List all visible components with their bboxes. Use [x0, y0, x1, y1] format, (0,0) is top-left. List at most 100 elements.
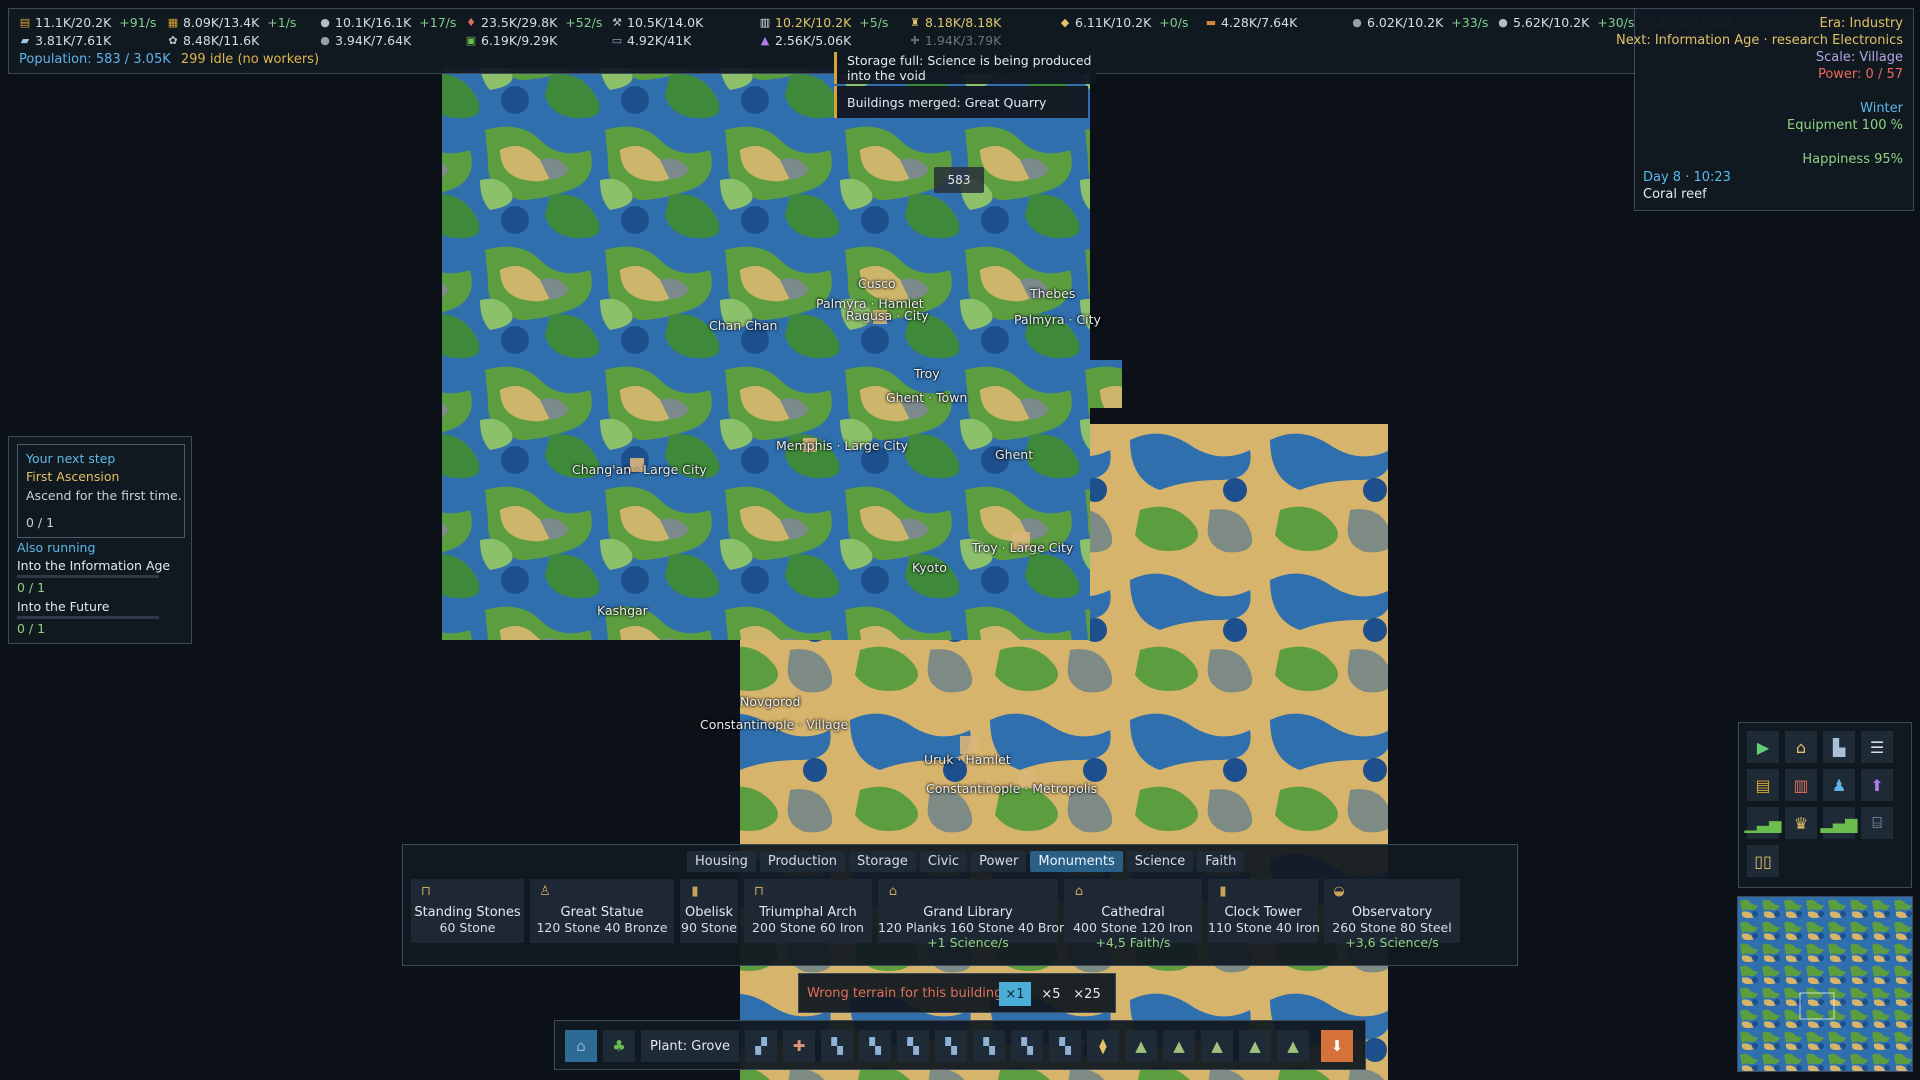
minimap[interactable] [1737, 896, 1913, 1072]
resource-ore[interactable]: ◆ 6.11K/10.2K +0/s [1059, 15, 1189, 30]
tab-storage[interactable]: Storage [849, 851, 916, 872]
city-label[interactable]: Kashgar [597, 603, 648, 618]
tab-civic[interactable]: Civic [919, 851, 968, 872]
tile-tool-2-icon[interactable]: ▚ [859, 1030, 891, 1062]
building-card-grand-library[interactable]: ⌂ Grand Library 120 Planks 160 Stone 40 Br… [878, 879, 1081, 950]
bank-icon[interactable]: ⌸ [1861, 807, 1893, 839]
faith-tool-icon[interactable]: ⧫ [1087, 1030, 1119, 1062]
tab-housing[interactable]: Housing [687, 851, 756, 872]
resource-food[interactable]: ♦ 23.5K/29.8K +52/s [465, 15, 602, 30]
resource-tools[interactable]: ⚒ 10.5K/14.0K [611, 15, 703, 30]
city-label[interactable]: Uruk · Hamlet [924, 752, 1011, 767]
building-name: Observatory [1351, 905, 1433, 920]
chart-icon[interactable]: ▁▃▅ [1745, 807, 1781, 839]
resource-bronze[interactable]: ▬ 4.28K/7.64K [1205, 15, 1297, 30]
house-tool-icon[interactable]: ⌂ [565, 1030, 597, 1062]
quest-future[interactable]: Into the Future [17, 599, 109, 614]
resource-iron[interactable]: ● 5.62K/10.2K +30/s [1497, 15, 1634, 30]
city-label[interactable]: Troy · Large City [972, 540, 1073, 555]
home-icon[interactable]: ⌂ [1785, 731, 1817, 763]
city-label[interactable]: Ghent · Town [886, 390, 967, 405]
city-label[interactable]: Cusco [858, 276, 896, 291]
scale-label: Scale: Village [1815, 50, 1903, 65]
building-card-clock-tower[interactable]: ▮ Clock Tower 110 Stone 40 Iron [1208, 879, 1320, 943]
quest-information-age[interactable]: Into the Information Age [17, 558, 170, 573]
building-card-observatory[interactable]: ◒ Observatory 260 Stone 80 Steel +3,6 Scien… [1324, 879, 1460, 950]
resource-coal[interactable]: ● 6.02K/10.2K +33/s [1351, 15, 1488, 30]
encyclopedia-icon[interactable]: ▯▯ [1747, 845, 1779, 877]
flask-tool-2-icon[interactable]: ▲ [1163, 1030, 1195, 1062]
city-stats-icon[interactable]: ▙ [1823, 731, 1855, 763]
multiplier-x1-button[interactable]: ×1 [999, 982, 1031, 1006]
grand-library-icon: ⌂ [888, 884, 898, 899]
tree-tool-icon[interactable]: ♣ [603, 1030, 635, 1062]
resource-wood[interactable]: ▤ 11.1K/20.2K +91/s [19, 15, 157, 30]
building-name: Grand Library [923, 905, 1013, 920]
multiplier-x25-button[interactable]: ×25 [1071, 982, 1103, 1006]
tab-power[interactable]: Power [971, 851, 1027, 872]
growth-chart-icon[interactable]: ▂▄▆ [1821, 807, 1857, 839]
resource-chip[interactable]: ✚ 1.94K/3.79K [909, 33, 1001, 48]
crossroad-tool-icon[interactable]: ✚ [783, 1030, 815, 1062]
tab-production[interactable]: Production [759, 851, 846, 872]
tile-tool-6-icon[interactable]: ▚ [1011, 1030, 1043, 1062]
tab-faith[interactable]: Faith [1197, 851, 1245, 872]
flask-tool-4-icon[interactable]: ▲ [1239, 1030, 1271, 1062]
city-label[interactable]: Palmyra · City [1014, 312, 1101, 327]
building-card-great-statue[interactable]: ♙ Great Statue 120 Stone 40 Bronze [530, 879, 674, 943]
building-card-obelisk[interactable]: ▮ Obelisk 90 Stone [680, 879, 738, 943]
flask-tool-1-icon[interactable]: ▲ [1125, 1030, 1157, 1062]
storage-icon[interactable]: ▤ [1747, 769, 1779, 801]
city-label[interactable]: Troy [914, 366, 940, 381]
city-label[interactable]: Ghent [995, 447, 1033, 462]
resource-gear[interactable]: ✿ 8.48K/11.6K [167, 33, 259, 48]
resource-computer[interactable]: ▭ 4.92K/41K [611, 33, 692, 48]
tile-tool-7-icon[interactable]: ▚ [1049, 1030, 1081, 1062]
document-icon[interactable]: ☰ [1861, 731, 1893, 763]
tile-tool-3-icon[interactable]: ▚ [897, 1030, 929, 1062]
tile-tool-1-icon[interactable]: ▚ [821, 1030, 853, 1062]
flask-tool-3-icon[interactable]: ▲ [1201, 1030, 1233, 1062]
research-book-icon[interactable]: ▥ [1785, 769, 1817, 801]
city-label[interactable]: Constantinople · Village [700, 717, 848, 732]
notification-storage-full[interactable]: Storage full: Science is being produced … [834, 52, 1096, 84]
resource-money[interactable]: ▣ 6.19K/9.29K [465, 33, 557, 48]
resource-faith[interactable]: ♜ 8.18K/8.18K [909, 15, 1001, 30]
building-card-cathedral[interactable]: ⌂ Cathedral 400 Stone 120 Iron +4,5 Faith/s [1064, 879, 1202, 950]
building-card-standing-stones[interactable]: ⊓ Standing Stones 60 Stone [411, 879, 524, 943]
clock-tower-icon: ▮ [1219, 884, 1227, 899]
trophy-icon[interactable]: ♛ [1785, 807, 1817, 839]
demolish-tool-icon[interactable]: ⬇ [1321, 1030, 1353, 1062]
next-step-card[interactable]: Your next step First Ascension Ascend fo… [17, 444, 185, 538]
resource-stone[interactable]: ● 10.1K/16.1K +17/s [319, 15, 456, 30]
resource-planks[interactable]: ▦ 8.09K/13.4K +1/s [167, 15, 297, 30]
city-label[interactable]: Kyoto [912, 560, 947, 575]
resource-rock[interactable]: ● 3.94K/7.64K [319, 33, 411, 48]
plant-grove-button[interactable]: Plant: Grove [641, 1030, 740, 1062]
city-label[interactable]: Ragusa · City [846, 308, 929, 323]
iron-icon: ● [1498, 16, 1508, 29]
resource-amount: 6.11K/10.2K [1075, 15, 1152, 30]
tile-tool-4-icon[interactable]: ▚ [935, 1030, 967, 1062]
resource-glass[interactable]: ▰ 3.81K/7.61K [19, 33, 112, 48]
city-label[interactable]: Novgorod [740, 694, 800, 709]
building-card-triumphal-arch[interactable]: ⊓ Triumphal Arch 200 Stone 60 Iron [744, 879, 872, 943]
play-icon[interactable]: ▶ [1747, 731, 1779, 763]
tab-science[interactable]: Science [1126, 851, 1194, 872]
city-label[interactable]: Chang'an · Large City [572, 462, 707, 477]
ascend-arrow-icon[interactable]: ⬆ [1861, 769, 1893, 801]
notification-buildings-merged[interactable]: Buildings merged: Great Quarry [834, 86, 1088, 118]
flask-tool-5-icon[interactable]: ▲ [1277, 1030, 1309, 1062]
road-tool-icon[interactable]: ▞ [745, 1030, 777, 1062]
multiplier-x5-button[interactable]: ×5 [1035, 982, 1067, 1006]
resource-potion[interactable]: ▲ 2.56K/5.06K [759, 33, 852, 48]
tile-tool-5-icon[interactable]: ▚ [973, 1030, 1005, 1062]
citizen-icon[interactable]: ♟ [1823, 769, 1855, 801]
city-label[interactable]: Memphis · Large City [776, 438, 908, 453]
resource-books[interactable]: ▥ 10.2K/10.2K +5/s [759, 15, 889, 30]
build-menu: Housing Production Storage Civic Power Monume… [402, 844, 1518, 966]
city-label[interactable]: Constantinople · Metropolis [926, 781, 1097, 796]
city-label[interactable]: Thebes [1030, 286, 1075, 301]
city-label[interactable]: Chan Chan [709, 318, 777, 333]
tab-monuments[interactable]: Monuments [1030, 851, 1123, 872]
